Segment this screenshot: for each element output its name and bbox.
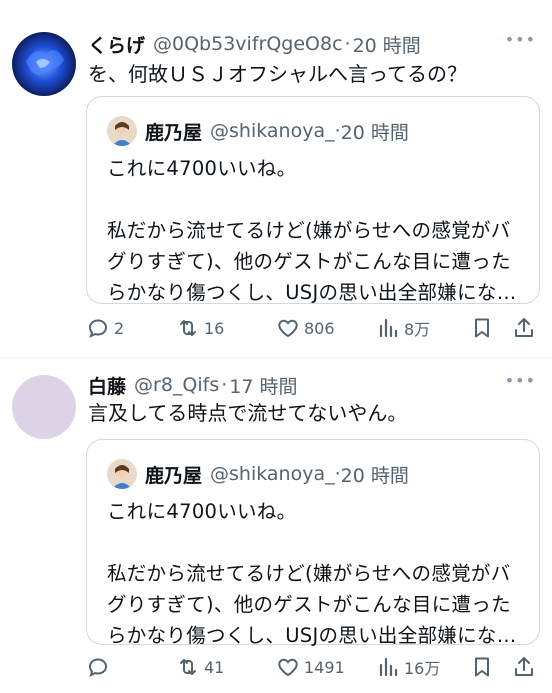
retweet-button[interactable]: 41 <box>176 652 224 682</box>
views-count: 16万 <box>404 659 441 678</box>
quote-user-handle: @shikanoya_ <box>210 120 335 142</box>
views-icon <box>379 657 398 677</box>
more-icon[interactable]: ••• <box>505 30 536 49</box>
timestamp[interactable]: 20 時間 <box>353 31 421 58</box>
quote-tweet[interactable]: 鹿乃屋 @shikanoya_ · 20 時間 これに4700いいね。 私だから… <box>86 96 540 304</box>
reply-button[interactable] <box>86 652 114 682</box>
separator-dot: · <box>344 33 351 55</box>
reply-count: 2 <box>114 318 125 338</box>
like-count: 1491 <box>304 657 345 677</box>
quote-display-name: 鹿乃屋 <box>145 464 203 487</box>
tweet-header: 白藤 @r8_Qifs · 17 時間 ••• <box>88 371 536 399</box>
views-count: 8万 <box>404 320 431 339</box>
tweet[interactable]: くらげ @0Qb53vifrQgeO8c · 20 時間 ••• を、何故ＵＳＪ… <box>0 0 552 358</box>
reply-icon <box>88 319 108 338</box>
separator-dot: · <box>221 374 228 396</box>
quote-header: 鹿乃屋 @shikanoya_ · 20 時間 <box>107 458 409 490</box>
like-button[interactable]: 1491 <box>276 652 345 682</box>
reply-button[interactable]: 2 <box>86 313 124 343</box>
tweet-text: を、何故ＵＳＪオフシャルへ言ってるの？ <box>88 62 467 86</box>
retweet-icon <box>180 659 196 675</box>
like-icon <box>278 319 298 338</box>
quote-display-name: 鹿乃屋 <box>145 121 203 144</box>
like-button[interactable]: 806 <box>276 313 335 343</box>
tweet-header: くらげ @0Qb53vifrQgeO8c · 20 時間 ••• <box>88 30 536 58</box>
quote-user-handle: @shikanoya_ <box>210 463 335 485</box>
user-handle[interactable]: @r8_Qifs <box>134 374 219 396</box>
share-button[interactable] <box>512 313 540 343</box>
retweet-count: 16 <box>204 318 225 338</box>
bookmark-button[interactable] <box>470 652 498 682</box>
display-name[interactable]: くらげ <box>88 31 145 58</box>
like-icon <box>278 658 298 677</box>
timestamp[interactable]: 17 時間 <box>229 372 297 399</box>
retweet-icon <box>180 320 196 336</box>
bookmark-button[interactable] <box>470 313 498 343</box>
quote-header: 鹿乃屋 @shikanoya_ · 20 時間 <box>107 115 409 147</box>
quote-tweet[interactable]: 鹿乃屋 @shikanoya_ · 20 時間 これに4700いいね。 私だから… <box>86 439 540 647</box>
like-count: 806 <box>304 318 335 338</box>
action-bar: 2 16 806 8万 <box>86 313 536 343</box>
quote-text: これに4700いいね。 私だから流せてるけど(嫌がらせへの感覚がバグりすぎて)、… <box>107 500 517 647</box>
share-icon <box>515 318 533 337</box>
quote-text: これに4700いいね。 私だから流せてるけど(嫌がらせへの感覚がバグりすぎて)、… <box>107 157 517 304</box>
retweet-button[interactable]: 16 <box>176 313 224 343</box>
share-icon <box>515 657 533 676</box>
bookmark-icon <box>475 318 489 338</box>
views-button[interactable]: 16万 <box>376 652 440 682</box>
display-name[interactable]: 白藤 <box>88 372 126 399</box>
share-button[interactable] <box>512 652 540 682</box>
quote-timestamp: 20 時間 <box>340 464 409 487</box>
avatar[interactable] <box>12 375 76 439</box>
avatar[interactable] <box>12 32 76 96</box>
views-icon <box>379 318 398 338</box>
tweet[interactable]: 白藤 @r8_Qifs · 17 時間 ••• 言及してる時点で流せてないやん。… <box>0 359 552 693</box>
more-icon[interactable]: ••• <box>505 371 536 390</box>
views-button[interactable]: 8万 <box>376 313 430 343</box>
quote-avatar <box>107 116 137 146</box>
user-handle[interactable]: @0Qb53vifrQgeO8c <box>153 33 343 55</box>
bookmark-icon <box>475 657 489 677</box>
tweet-text: 言及してる時点で流せてないやん。 <box>88 401 408 425</box>
quote-avatar <box>107 459 137 489</box>
retweet-count: 41 <box>204 657 225 677</box>
action-bar: 41 1491 16万 <box>86 652 536 682</box>
quote-timestamp: 20 時間 <box>340 121 409 144</box>
reply-icon <box>88 658 108 677</box>
